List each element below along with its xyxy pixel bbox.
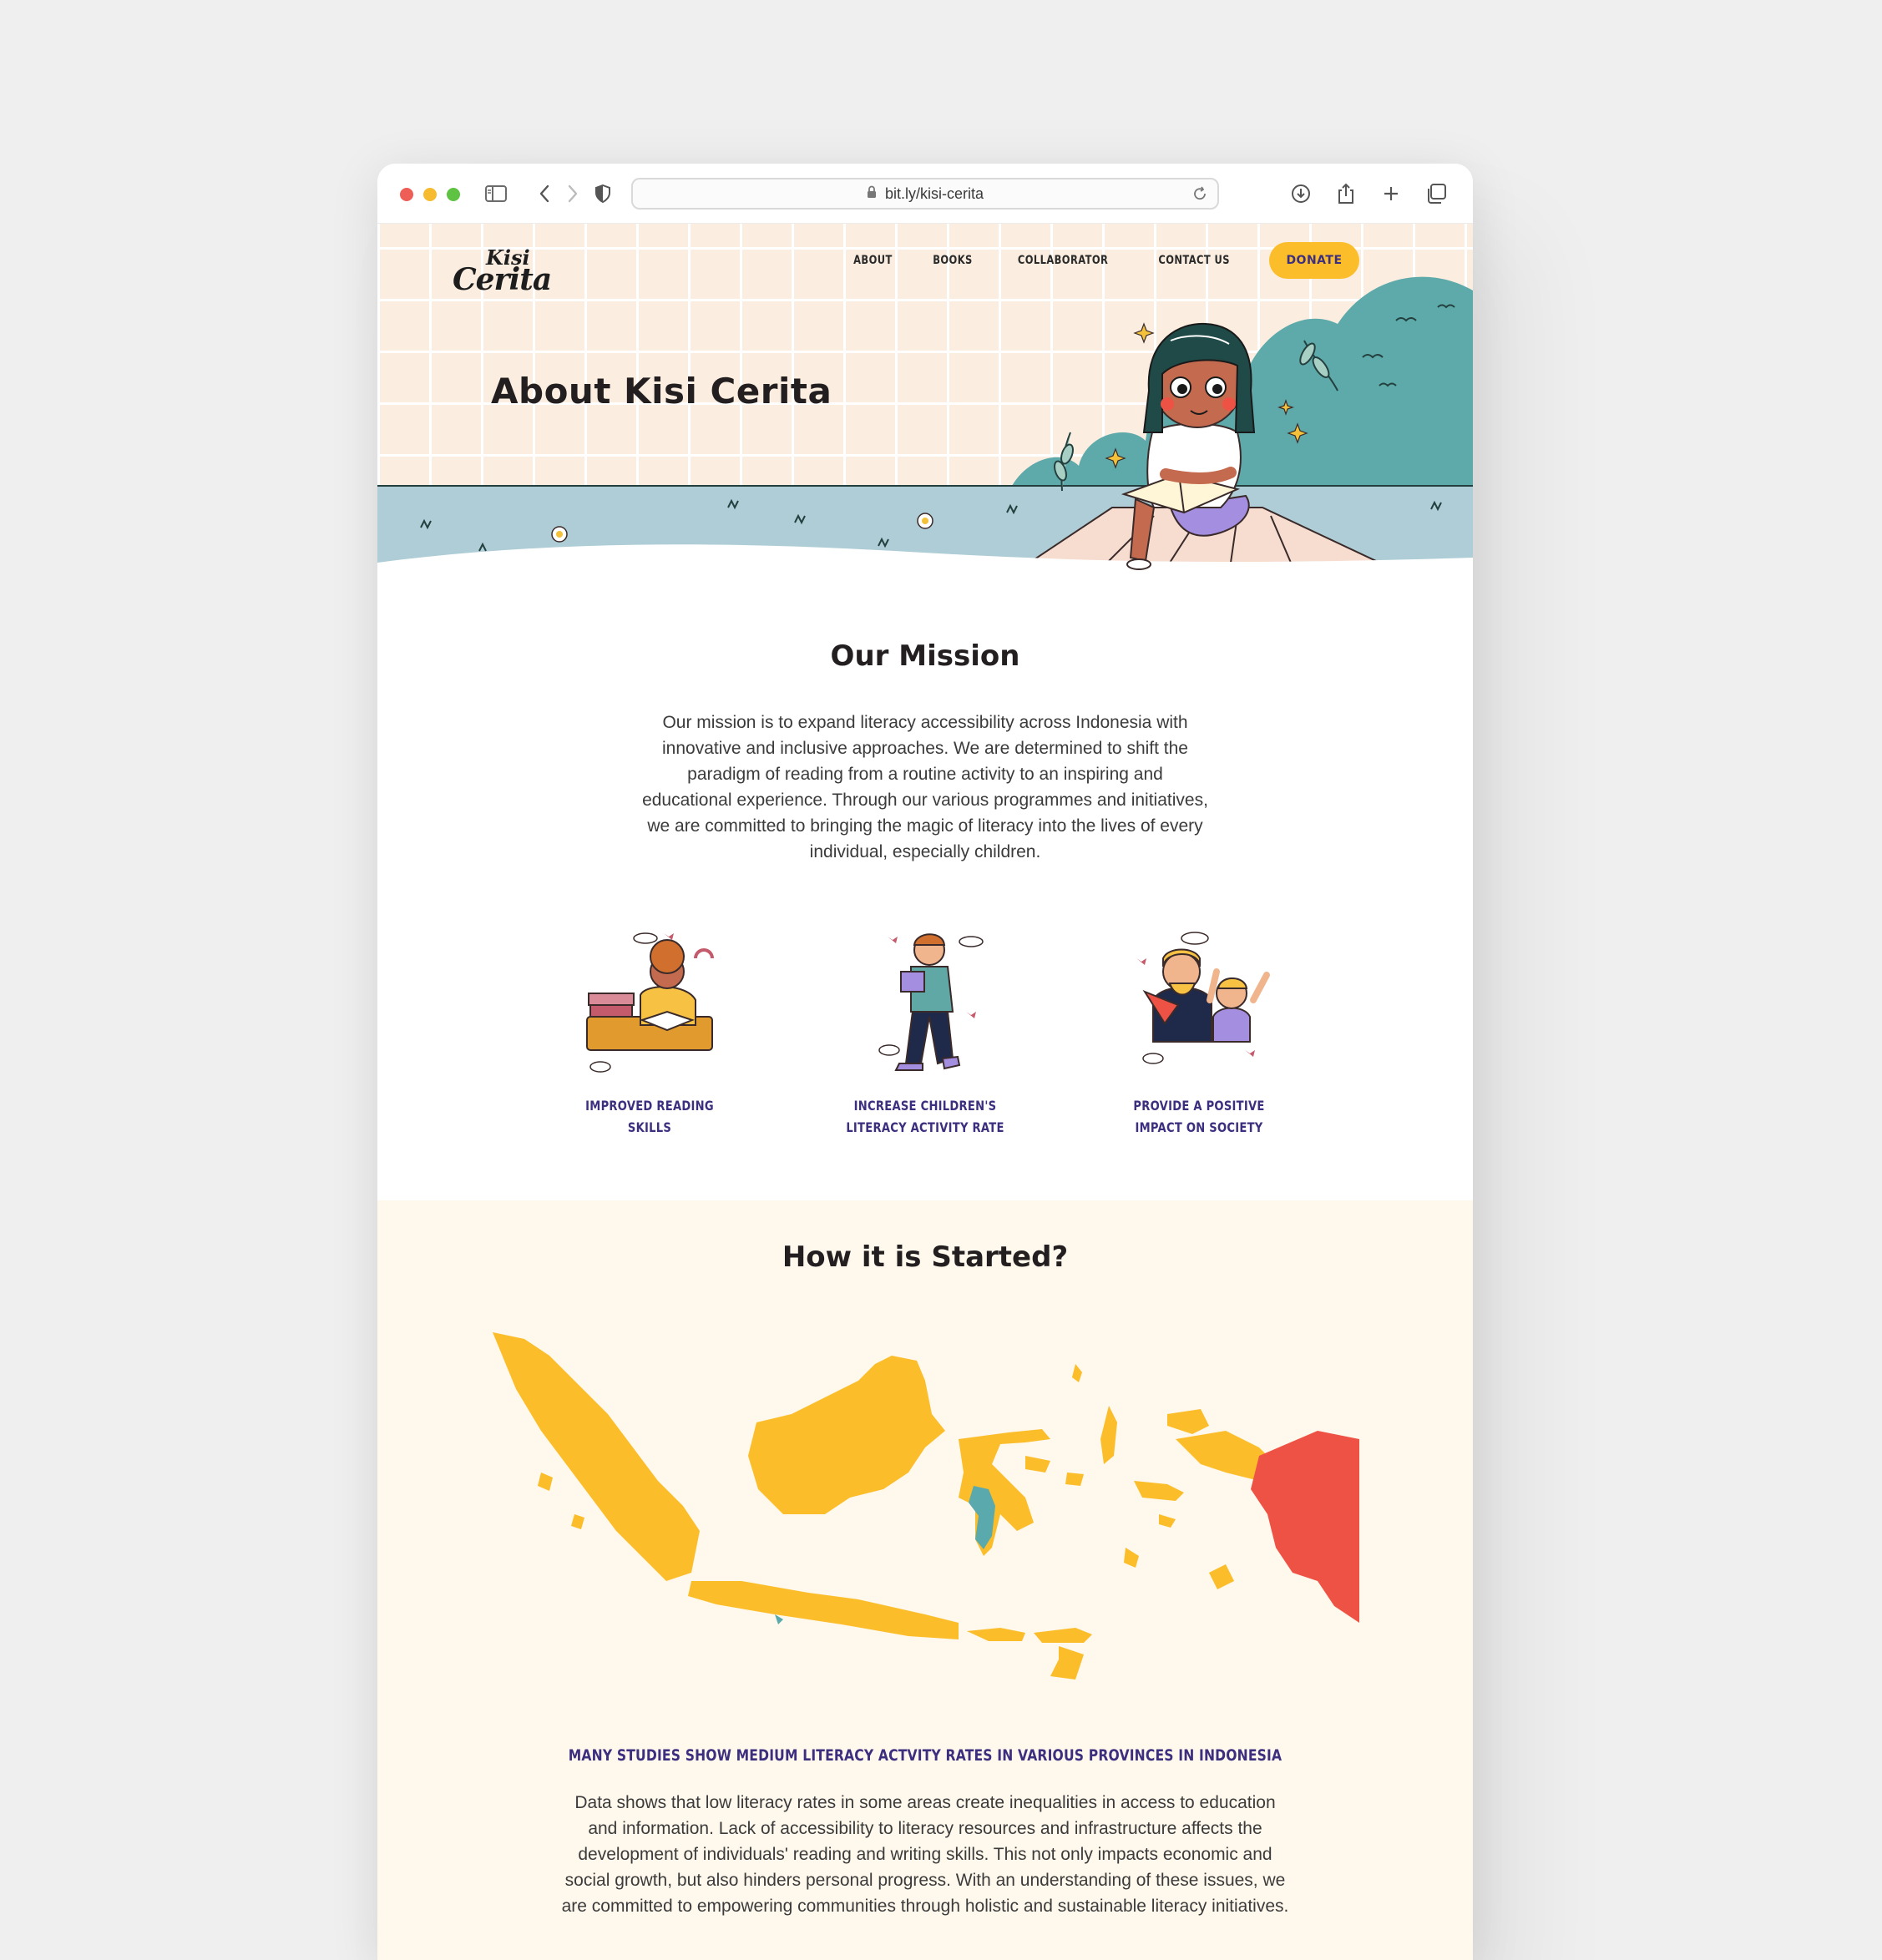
url-text: bit.ly/kisi-cerita [884,184,984,202]
feature-improved-reading: IMPROVED READING SKILLS [549,925,750,1139]
close-window-button[interactable] [400,188,413,201]
literacy-data-paragraph: Data shows that low literacy rates in so… [561,1793,1289,1916]
mission-features: IMPROVED READING SKILLS INCREASE CHILDRE… [377,925,1473,1159]
address-bar[interactable]: bit.ly/kisi-cerita [631,178,1219,210]
minimize-window-button[interactable] [423,188,437,201]
feature-label: INCREASE CHILDREN'S LITERACY ACTIVITY RA… [846,1098,1004,1135]
browser-toolbar: bit.ly/kisi-cerita [377,164,1473,224]
kisi-cerita-logo[interactable]: Kisi Cerita [453,242,552,302]
forward-arrow-icon[interactable] [559,180,586,207]
nav-about-link[interactable]: ABOUT [853,254,893,267]
map-region-java [688,1581,959,1639]
maximize-window-button[interactable] [447,188,460,201]
adult-and-child-illustration [1136,932,1270,1064]
nav-collaborator-link[interactable]: COLLABORATOR [1018,254,1108,267]
feature-label: IMPROVED READING SKILLS [585,1098,714,1135]
page-title: About Kisi Cerita [491,371,832,412]
share-icon[interactable] [1333,180,1359,207]
hero-section: Kisi Cerita ABOUT BOOKS COLLABORATOR CON… [377,224,1473,574]
browser-window: bit.ly/kisi-cerita Kisi Cerita ABOUT BOO… [377,164,1473,1960]
shield-icon[interactable] [589,180,616,207]
nav-books-link[interactable]: BOOKS [933,254,972,267]
reload-icon[interactable] [1192,186,1207,205]
sidebar-toggle-icon[interactable] [483,180,509,207]
web-page: Kisi Cerita ABOUT BOOKS COLLABORATOR CON… [377,224,1473,1960]
indonesia-literacy-map [493,1332,1359,1680]
flower-icon [551,526,568,543]
nav-contact-us-link[interactable]: CONTACT US [1158,254,1230,267]
download-icon[interactable] [1288,180,1314,207]
reading-child-illustration [586,932,714,1073]
feature-label: PROVIDE A POSITIVE IMPACT ON SOCIETY [1133,1098,1265,1135]
logo-text-cerita: Cerita [453,262,552,297]
new-tab-plus-icon[interactable] [1378,180,1404,207]
feature-literacy-rate: INCREASE CHILDREN'S LITERACY ACTIVITY RA… [825,925,1025,1139]
map-region-papua [1251,1431,1359,1623]
back-arrow-icon[interactable] [531,180,558,207]
tab-overview-icon[interactable] [1423,180,1449,207]
map-region-sumatra [493,1332,700,1581]
standing-reader-illustration [878,933,984,1071]
mission-paragraph: Our mission is to expand literacy access… [642,713,1208,861]
how-it-started-heading: How it is Started? [782,1240,1069,1274]
feature-positive-impact: PROVIDE A POSITIVE IMPACT ON SOCIETY [1099,925,1299,1139]
map-region-kalimantan [748,1356,945,1514]
main-navigation: ABOUT BOOKS COLLABORATOR CONTACT US DONA… [849,242,1359,279]
studies-headline: MANY STUDIES SHOW MEDIUM LITERACY ACTVIT… [568,1746,1282,1765]
how-it-started-section: How it is Started? MANY STUDIES SHOW MED… [377,1200,1473,1960]
donate-button[interactable]: DONATE [1269,242,1359,279]
mission-heading: Our Mission [830,639,1020,673]
lock-icon [867,185,877,203]
